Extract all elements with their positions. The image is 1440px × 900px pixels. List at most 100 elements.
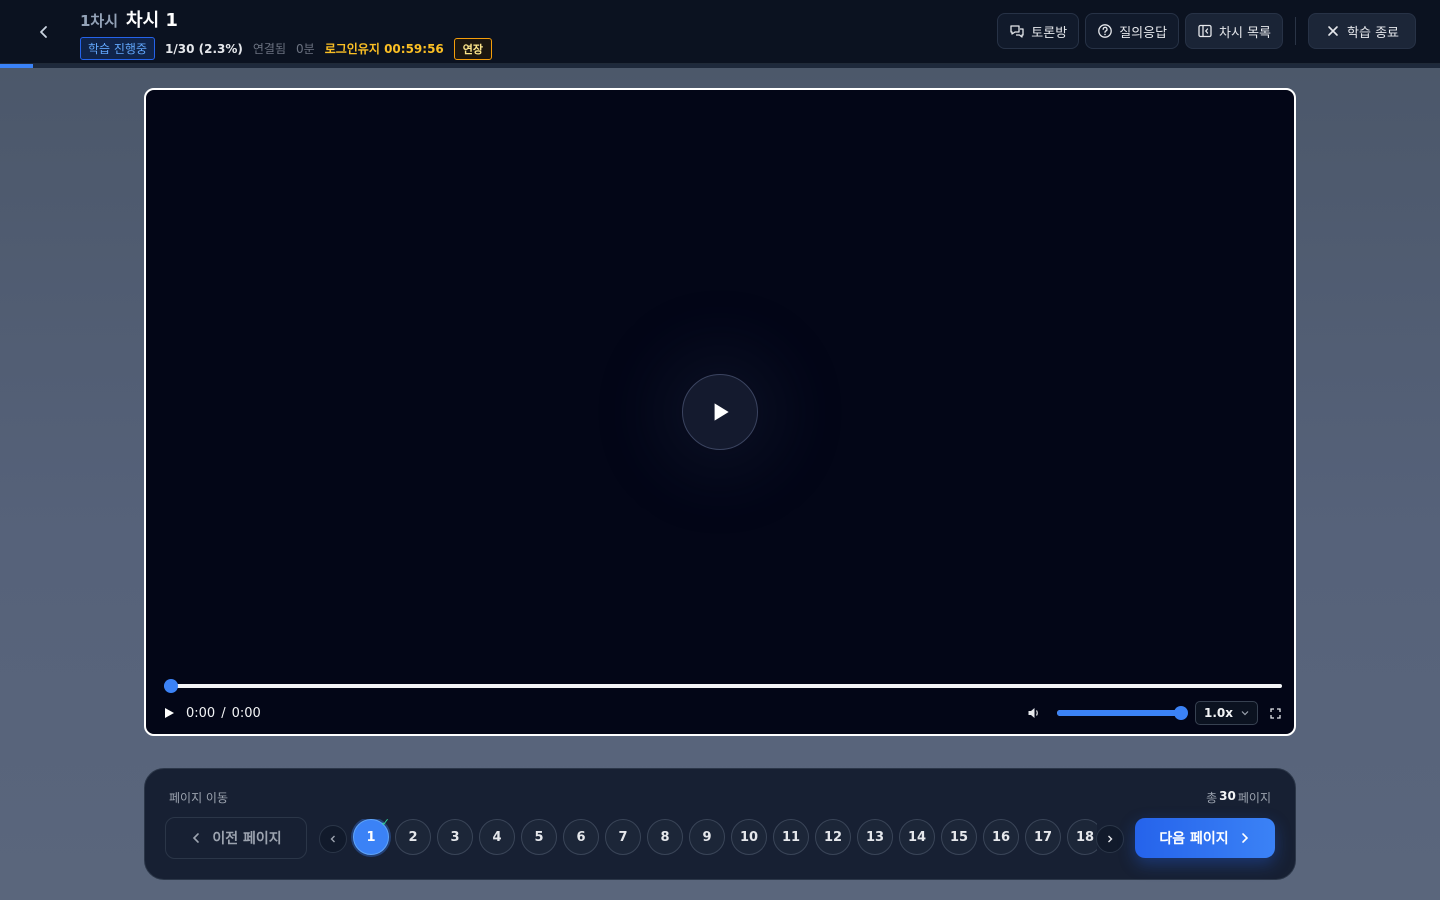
- play-icon: [714, 403, 729, 421]
- fullscreen-button[interactable]: [1268, 706, 1282, 720]
- fullscreen-icon: [1269, 707, 1281, 719]
- progress-text: 1/30 (2.3%): [165, 41, 243, 56]
- title-row: 1차시 차시 1: [80, 6, 178, 32]
- total-count: 30: [1219, 789, 1236, 803]
- duration: 0:00: [231, 705, 261, 721]
- time-display: 0:00 / 0:00: [186, 706, 261, 721]
- seek-bar[interactable]: [164, 679, 1282, 693]
- page-number-label: 11: [781, 829, 801, 845]
- page-number-button[interactable]: 3: [437, 819, 473, 855]
- video-controls: 0:00 / 0:00 1.0x: [160, 701, 1282, 725]
- prev-page-label: 이전 페이지: [212, 831, 282, 847]
- page-number-button[interactable]: 6: [563, 819, 599, 855]
- session-list-label: 차시 목록: [1219, 25, 1272, 41]
- page-number-button[interactable]: 12: [815, 819, 851, 855]
- discussion-label: 토론방: [1031, 25, 1068, 41]
- page-number-label: 1: [366, 829, 376, 845]
- chevron-left-icon: [40, 26, 47, 38]
- page-number-button[interactable]: 7: [605, 819, 641, 855]
- page-number-button[interactable]: 5: [521, 819, 557, 855]
- prev-page-button[interactable]: 이전 페이지: [165, 817, 307, 859]
- page-scroll-right-button[interactable]: [1096, 825, 1124, 853]
- chevron-down-icon: [1241, 711, 1249, 716]
- volume-slider[interactable]: [1057, 706, 1188, 720]
- exit-learning-button[interactable]: 학습 종료: [1308, 13, 1416, 49]
- video-player[interactable]: 0:00 / 0:00 1.0x: [144, 88, 1296, 736]
- qna-label: 질의응답: [1119, 25, 1168, 41]
- seek-handle[interactable]: [164, 679, 178, 693]
- page-number-button[interactable]: 4: [479, 819, 515, 855]
- page-number-button[interactable]: 2: [395, 819, 431, 855]
- session-label: 1차시: [80, 12, 119, 30]
- page-number-label: 17: [1033, 829, 1053, 845]
- playback-speed-select[interactable]: 1.0x: [1195, 701, 1258, 725]
- page-number-button[interactable]: 9: [689, 819, 725, 855]
- learning-progress-bar: [0, 64, 1440, 68]
- learning-progress-fill: [0, 64, 34, 68]
- page-number-label: 14: [907, 829, 927, 845]
- qna-button[interactable]: 질의응답: [1085, 13, 1180, 49]
- page-number-label: 10: [739, 829, 759, 845]
- elapsed-time: 0분: [296, 42, 315, 56]
- total-suffix: 페이지: [1237, 791, 1271, 805]
- big-play-button[interactable]: [682, 374, 758, 450]
- page-number-button[interactable]: 13: [857, 819, 893, 855]
- exit-learning-label: 학습 종료: [1347, 25, 1399, 41]
- status-row: 학습 진행중 1/30 (2.3%) 연결됨 0분 로그인유지 00:59:56…: [80, 37, 493, 60]
- page-number-button[interactable]: 16: [983, 819, 1019, 855]
- next-page-label: 다음 페이지: [1159, 831, 1229, 847]
- status-badge: 학습 진행중: [80, 37, 156, 60]
- page-number-button[interactable]: 15: [941, 819, 977, 855]
- total-pages: 총 30 페이지: [1206, 789, 1271, 806]
- page-number-strip: 1✓23456789101112131415161718192021222324…: [319, 819, 1097, 857]
- page-number-button[interactable]: 11: [773, 819, 809, 855]
- page-number-label: 6: [576, 829, 586, 845]
- page-number-label: 7: [618, 829, 628, 845]
- next-page-button[interactable]: 다음 페이지: [1135, 818, 1275, 858]
- extend-button[interactable]: 연장: [453, 37, 493, 60]
- volume-handle[interactable]: [1174, 706, 1188, 720]
- login-keepalive: 로그인유지 00:59:56: [325, 40, 444, 57]
- page-number-button[interactable]: 1 ✓: [353, 819, 390, 855]
- page-number-label: 8: [660, 829, 670, 845]
- header-actions: 토론방 질의응답 차시 목록 학습 종료: [997, 13, 1416, 49]
- top-header: 1차시 차시 1 학습 진행중 1/30 (2.3%) 연결됨 0분 로그인유지…: [0, 0, 1440, 64]
- page-navigation-panel: 페이지 이동 총 30 페이지 이전 페이지 1 ✓ 2 3 4 5 6 7 8 9 10 11 12 1…: [144, 768, 1296, 880]
- sidebar-panel-icon: [1198, 24, 1212, 38]
- page-number-label: 4: [492, 829, 502, 845]
- volume-icon: [1028, 708, 1038, 718]
- chat-bubbles-icon: [1010, 25, 1024, 38]
- page-title: 차시 1: [126, 10, 178, 31]
- page-number-label: 5: [534, 829, 544, 845]
- total-prefix: 총: [1206, 791, 1218, 805]
- volume-fill: [1057, 710, 1181, 716]
- page-number-label: 18: [1075, 829, 1095, 845]
- page-number-list: 1✓23456789101112131415161718192021222324…: [353, 819, 1097, 855]
- header-divider: [1295, 17, 1297, 45]
- play-icon: [165, 708, 174, 718]
- page-number-label: 9: [702, 829, 712, 845]
- page-number-button[interactable]: 14: [899, 819, 935, 855]
- chevron-right-icon: [1241, 833, 1248, 843]
- question-circle-icon: [1098, 24, 1113, 38]
- page-number-button[interactable]: 18: [1067, 819, 1097, 855]
- connection-status: 연결됨: [252, 42, 286, 56]
- session-list-button[interactable]: 차시 목록: [1185, 13, 1284, 49]
- page-number-label: 13: [865, 829, 885, 845]
- video-controls-right: 1.0x: [1025, 701, 1282, 725]
- play-button[interactable]: [160, 704, 178, 722]
- page-number-button[interactable]: 10: [731, 819, 767, 855]
- page-navigation-label: 페이지 이동: [169, 791, 229, 805]
- discussion-button[interactable]: 토론방: [997, 13, 1080, 49]
- chevron-left-icon: [193, 833, 200, 843]
- page-number-button[interactable]: 17: [1025, 819, 1061, 855]
- time-separator: /: [221, 705, 226, 721]
- close-icon: [1328, 26, 1338, 36]
- completed-check-icon: ✓: [380, 819, 390, 829]
- page-number-button[interactable]: 8: [647, 819, 683, 855]
- page-number-label: 3: [450, 829, 460, 845]
- back-button[interactable]: [28, 16, 60, 48]
- page-number-label: 12: [823, 829, 843, 845]
- mute-button[interactable]: [1025, 704, 1043, 722]
- login-time: 00:59:56: [384, 42, 444, 56]
